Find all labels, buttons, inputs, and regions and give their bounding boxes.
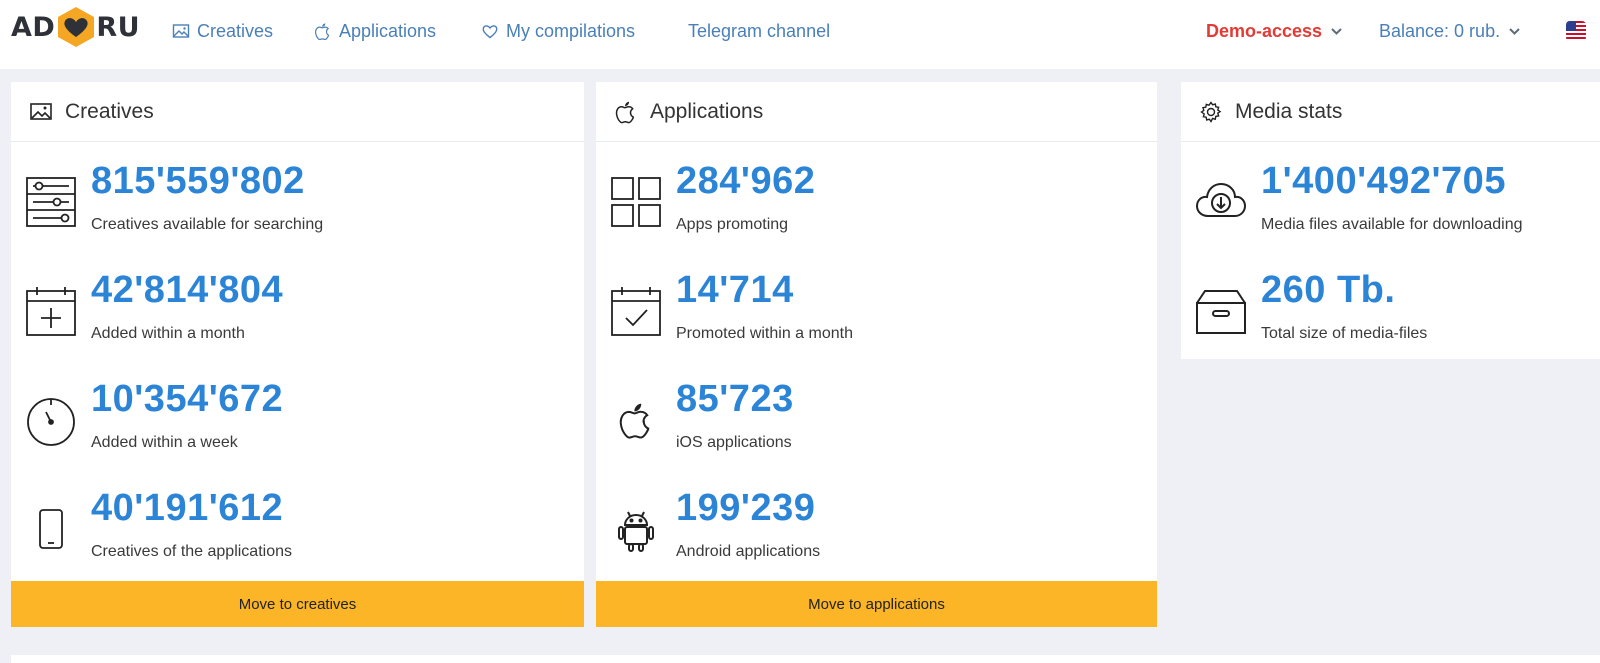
stat-ios-apps: 85'723 iOS applications [596, 380, 1157, 490]
logo-text-ru: RU [96, 11, 141, 43]
android-icon [618, 511, 654, 552]
nav-my-compilations[interactable]: My compilations [481, 0, 635, 62]
calendar-plus-icon [26, 287, 76, 336]
next-section-edge [11, 655, 1600, 663]
nav-creatives[interactable]: Creatives [172, 0, 273, 62]
top-navigation-bar: AD RU Creatives Applications My compilat… [0, 0, 1600, 69]
applications-card-header: Applications [596, 82, 1157, 142]
apple-icon [619, 403, 650, 439]
stat-value: 40'191'612 [91, 487, 284, 529]
nav-applications[interactable]: Applications [314, 0, 436, 62]
stat-value: 85'723 [676, 378, 794, 420]
stat-label: Added within a week [91, 434, 238, 451]
nav-creatives-label: Creatives [197, 20, 274, 41]
stat-label: iOS applications [676, 434, 792, 451]
stat-label: Creatives available for searching [91, 216, 324, 233]
chevron-down-icon [1509, 27, 1520, 35]
stat-creatives-available: 815'559'802 Creatives available for sear… [11, 162, 584, 272]
stat-label: Total size of media-files [1261, 325, 1428, 342]
logo-heart-icon [58, 7, 95, 47]
smartphone-icon [39, 509, 63, 549]
chevron-down-icon [1331, 27, 1342, 35]
move-to-applications-button[interactable]: Move to applications [596, 581, 1157, 627]
nav-telegram-channel[interactable]: Telegram channel [688, 0, 830, 62]
nav-telegram-channel-label: Telegram channel [688, 20, 831, 41]
media-stats-card: Media stats 1'400'492'705 Media files av… [1181, 82, 1600, 359]
stat-value: 10'354'672 [91, 378, 284, 420]
creatives-card: Creatives 815'559'802 Creatives availabl… [11, 82, 584, 627]
stat-apps-promoting: 284'962 Apps promoting [596, 162, 1157, 272]
move-to-creatives-button[interactable]: Move to creatives [11, 581, 584, 627]
logo-text-ad: AD [11, 11, 56, 43]
applications-card-title: Applications [650, 99, 764, 123]
stopwatch-icon [27, 398, 75, 446]
apple-icon [615, 101, 635, 123]
apple-icon [315, 23, 330, 40]
stat-added-week: 10'354'672 Added within a week [11, 380, 584, 490]
stat-value: 815'559'802 [91, 160, 305, 202]
media-stats-card-header: Media stats [1181, 82, 1600, 142]
cloud-download-icon [1195, 182, 1247, 217]
us-flag-icon[interactable] [1566, 21, 1586, 41]
balance-dropdown[interactable]: Balance: 0 rub. [1379, 0, 1521, 62]
stat-label: Promoted within a month [676, 325, 853, 342]
stat-value: 14'714 [676, 269, 794, 311]
gear-icon [1200, 100, 1222, 123]
nav-my-compilations-label: My compilations [506, 20, 636, 41]
filter-sliders-icon [26, 177, 76, 227]
applications-card: Applications 284'962 Apps promoting 14'7… [596, 82, 1157, 627]
site-logo[interactable]: AD RU [11, 7, 141, 47]
stat-label: Creatives of the applications [91, 543, 292, 560]
demo-access-label: Demo-access [1206, 20, 1323, 41]
archive-box-icon [1196, 290, 1246, 334]
media-stats-card-title: Media stats [1235, 99, 1343, 123]
stat-value: 260 Tb. [1261, 269, 1396, 311]
heart-icon [482, 25, 498, 39]
nav-applications-label: Applications [339, 20, 437, 41]
image-icon [30, 102, 52, 120]
stat-label: Apps promoting [676, 216, 789, 233]
stat-promoted-month: 14'714 Promoted within a month [596, 271, 1157, 381]
stat-label: Android applications [676, 543, 821, 560]
stat-added-month: 42'814'804 Added within a month [11, 271, 584, 381]
demo-access-dropdown[interactable]: Demo-access [1206, 0, 1343, 62]
image-icon [172, 24, 190, 38]
stat-label: Media files available for downloading [1261, 216, 1523, 233]
calendar-check-icon [611, 287, 661, 336]
stat-value: 1'400'492'705 [1261, 160, 1506, 202]
creatives-card-title: Creatives [65, 99, 154, 123]
grid-icon [611, 177, 661, 227]
stat-media-files: 1'400'492'705 Media files available for … [1181, 162, 1600, 272]
stat-value: 199'239 [676, 487, 816, 529]
stat-value: 42'814'804 [91, 269, 284, 311]
balance-label: Balance: 0 rub. [1379, 20, 1501, 41]
stat-value: 284'962 [676, 160, 816, 202]
creatives-card-header: Creatives [11, 82, 584, 142]
stat-label: Added within a month [91, 325, 245, 342]
stat-total-size: 260 Tb. Total size of media-files [1181, 271, 1600, 381]
